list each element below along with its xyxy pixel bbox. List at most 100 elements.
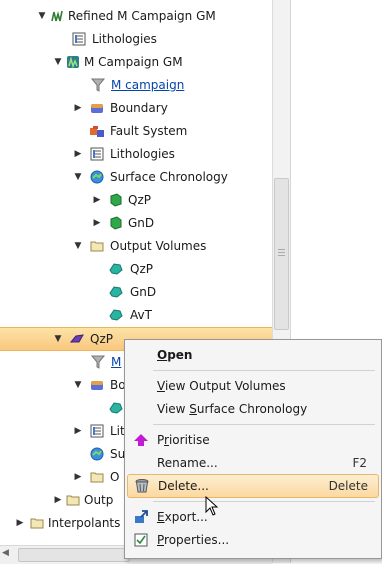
tree-item-lithologies[interactable]: Lithologies xyxy=(0,28,272,50)
menu-item-label: Rename... xyxy=(157,456,218,470)
tree-item-label: O xyxy=(110,470,120,484)
expand-toggle[interactable]: ▶ xyxy=(72,420,84,442)
geological-model-icon xyxy=(67,56,79,69)
menu-item-view-output-volumes[interactable]: View Output Volumes xyxy=(127,375,377,397)
expand-toggle[interactable]: ▶ xyxy=(52,489,64,511)
boundary-icon xyxy=(91,104,103,113)
tree-item-label: Lit xyxy=(110,424,125,438)
tree-item-label: QzP xyxy=(90,332,113,346)
tree-item-label[interactable]: M xyxy=(111,351,121,373)
surface-chronology-icon xyxy=(90,170,104,184)
tree-item-qzp-chronology[interactable]: ▶ QzP xyxy=(0,189,272,211)
expand-toggle[interactable]: ▼ xyxy=(72,235,84,257)
menu-separator xyxy=(153,424,375,425)
folder-icon xyxy=(90,241,104,252)
tree-item-label: Surface Chronology xyxy=(110,170,228,184)
menu-item-label: Export... xyxy=(157,510,208,524)
mouse-cursor-icon xyxy=(205,496,219,516)
lithologies-icon xyxy=(90,424,104,438)
purple-surface-icon xyxy=(70,334,84,343)
tree-item-fault-system[interactable]: Fault System xyxy=(0,120,272,142)
fault-system-icon xyxy=(90,126,104,137)
menu-separator xyxy=(153,501,375,502)
green-volume-icon xyxy=(110,216,122,230)
menu-item-label: Delete... xyxy=(158,479,209,493)
scroll-left-icon[interactable]: ◀ xyxy=(2,548,9,558)
menu-item-prioritise[interactable]: Prioritise xyxy=(127,429,377,451)
filter-icon xyxy=(91,78,105,92)
menu-item-open[interactable]: Open xyxy=(127,344,377,366)
tree-item-surface-chronology[interactable]: ▼ Surface Chronology xyxy=(0,166,272,188)
expand-toggle[interactable]: ▼ xyxy=(36,5,48,27)
expand-toggle[interactable]: ▼ xyxy=(52,328,64,350)
tree-item-output-volumes[interactable]: ▼ Output Volumes xyxy=(0,235,272,257)
teal-volume-icon xyxy=(109,402,123,414)
menu-item-label: Prioritise xyxy=(157,433,210,447)
tree-item-label: AvT xyxy=(130,308,152,322)
surface-chronology-icon xyxy=(90,447,104,461)
menu-item-label: Properties... xyxy=(157,533,230,547)
expand-toggle[interactable]: ▼ xyxy=(52,51,64,73)
tree-item-avt-output[interactable]: AvT xyxy=(0,304,272,326)
tree-item-gnd-output[interactable]: GnD xyxy=(0,281,272,303)
green-volume-icon xyxy=(110,193,122,207)
expand-toggle[interactable]: ▼ xyxy=(72,374,84,396)
properties-icon xyxy=(134,533,148,547)
tree-item-label: QzP xyxy=(128,193,151,207)
tree-item-label: Su xyxy=(110,447,126,461)
tree-item-label: Outp xyxy=(84,493,114,507)
trash-icon xyxy=(135,479,149,493)
menu-item-properties[interactable]: Properties... xyxy=(127,529,377,551)
menu-item-shortcut: Delete xyxy=(328,479,368,493)
vertical-scrollbar-thumb[interactable] xyxy=(274,178,289,330)
export-icon xyxy=(135,510,148,523)
menu-item-label: Open xyxy=(157,348,193,362)
tree-item-label: Refined M Campaign GM xyxy=(68,9,216,23)
expand-toggle[interactable]: ▶ xyxy=(91,189,103,211)
tree-item-lithologies-2[interactable]: ▶ Lithologies xyxy=(0,143,272,165)
tree-item-label: Lithologies xyxy=(110,147,175,161)
menu-item-view-surface-chronology[interactable]: View Surface Chronology xyxy=(127,398,377,420)
tree-item-label[interactable]: M campaign xyxy=(111,74,184,96)
menu-item-delete[interactable]: Delete... Delete xyxy=(127,474,379,498)
boundary-icon xyxy=(91,381,103,390)
tree-item-label: QzP xyxy=(130,262,153,276)
refined-model-icon xyxy=(51,10,63,22)
expand-toggle[interactable]: ▼ xyxy=(72,166,84,188)
menu-item-export[interactable]: Export... xyxy=(127,506,377,528)
expand-toggle[interactable]: ▶ xyxy=(91,212,103,234)
tree-item-qzp-output[interactable]: QzP xyxy=(0,258,272,280)
tree-item-boundary[interactable]: ▶ Boundary xyxy=(0,97,272,119)
menu-item-label: View Output Volumes xyxy=(157,379,286,393)
folder-icon xyxy=(90,472,104,483)
tree-item-m-campaign-gm[interactable]: ▼ M Campaign GM xyxy=(0,51,272,73)
up-arrow-icon xyxy=(134,434,148,446)
teal-volume-icon xyxy=(109,263,123,275)
tree-item-label: Interpolants xyxy=(48,516,121,530)
menu-item-rename[interactable]: Rename... F2 xyxy=(127,452,377,474)
tree-item-label: Boundary xyxy=(110,101,168,115)
teal-volume-icon xyxy=(109,309,123,321)
tree-item-label: Fault System xyxy=(110,124,188,138)
horizontal-scrollbar-thumb[interactable] xyxy=(18,548,130,562)
tree-item-label: GnD xyxy=(130,285,157,299)
teal-volume-icon xyxy=(109,286,123,298)
lithologies-icon xyxy=(90,147,104,161)
folder-icon xyxy=(66,495,80,506)
scroll-grip-icon xyxy=(278,249,285,250)
tree-item-gnd-chronology[interactable]: ▶ GnD xyxy=(0,212,272,234)
expand-toggle[interactable]: ▶ xyxy=(72,97,84,119)
lithologies-icon xyxy=(72,32,86,46)
menu-item-shortcut: F2 xyxy=(352,456,367,470)
context-menu: Open View Output Volumes View Surface Ch… xyxy=(124,339,382,559)
expand-toggle[interactable]: ▶ xyxy=(14,512,26,534)
expand-toggle[interactable]: ▶ xyxy=(72,466,84,488)
tree-item-label: GnD xyxy=(128,216,155,230)
tree-item-refined-m-campaign-gm[interactable]: ▼ Refined M Campaign GM xyxy=(0,5,272,27)
tree-item-label: Output Volumes xyxy=(110,239,207,253)
tree-item-m-campaign-link[interactable]: M campaign xyxy=(0,74,272,96)
menu-item-label: View Surface Chronology xyxy=(157,402,308,416)
expand-toggle[interactable]: ▶ xyxy=(72,143,84,165)
menu-separator xyxy=(153,370,375,371)
filter-icon xyxy=(91,355,105,369)
